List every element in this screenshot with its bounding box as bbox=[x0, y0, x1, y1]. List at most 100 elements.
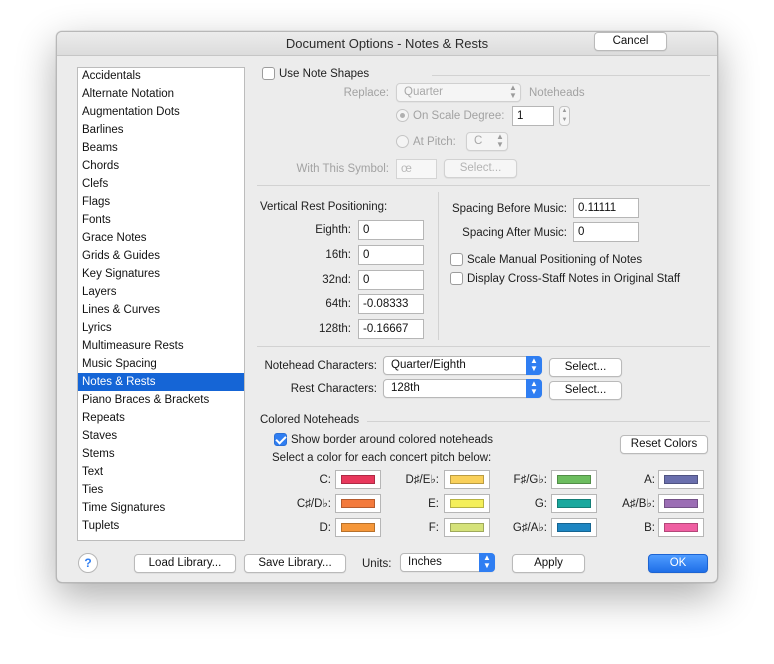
notehead-select-button[interactable]: Select... bbox=[549, 358, 622, 377]
pitch-label: B: bbox=[644, 522, 655, 534]
sidebar-item[interactable]: Layers bbox=[78, 283, 244, 301]
rest-select-button[interactable]: Select... bbox=[549, 381, 622, 400]
sidebar-item[interactable]: Text bbox=[78, 463, 244, 481]
section-divider bbox=[257, 346, 710, 347]
sidebar-item[interactable]: Ties bbox=[78, 481, 244, 499]
cross-staff-label: Display Cross-Staff Notes in Original St… bbox=[467, 273, 681, 285]
pitch-label: A♯/B♭: bbox=[622, 498, 655, 510]
sidebar-item[interactable]: Notes & Rests bbox=[78, 373, 244, 391]
rest-position-field[interactable]: 0 bbox=[358, 245, 424, 265]
notehead-characters-label: Notehead Characters: bbox=[264, 360, 377, 372]
reset-colors-button[interactable]: Reset Colors bbox=[620, 435, 708, 454]
at-pitch-popup[interactable]: C ▲ ▼ bbox=[466, 132, 508, 151]
symbol-select-button[interactable]: Select... bbox=[444, 159, 517, 178]
spacing-before-label: Spacing Before Music: bbox=[451, 203, 567, 215]
sidebar-item[interactable]: Clefs bbox=[78, 175, 244, 193]
help-button[interactable]: ? bbox=[78, 553, 98, 573]
apply-button[interactable]: Apply bbox=[512, 554, 585, 573]
rest-position-field[interactable]: -0.16667 bbox=[358, 319, 424, 339]
sidebar-item[interactable]: Flags bbox=[78, 193, 244, 211]
rest-position-label: Eighth: bbox=[315, 224, 351, 236]
units-value: Inches bbox=[408, 556, 442, 568]
category-list[interactable]: Accidentals Alternate Notation Augmentatio… bbox=[77, 67, 245, 541]
symbol-field[interactable]: œ bbox=[396, 159, 437, 179]
units-label: Units: bbox=[362, 558, 392, 570]
vertical-divider bbox=[438, 192, 439, 340]
sidebar-item[interactable]: Accidentals bbox=[78, 68, 244, 85]
cross-staff-checkbox[interactable] bbox=[450, 272, 463, 285]
pitch-label: F♯/G♭: bbox=[513, 474, 547, 486]
spacing-after-field[interactable]: 0 bbox=[573, 222, 639, 242]
colored-noteheads-title: Colored Noteheads bbox=[260, 414, 360, 426]
chevron-updown-icon: ▲ ▼ bbox=[509, 83, 517, 100]
chevron-updown-icon: ▲ ▼ bbox=[496, 132, 504, 149]
rest-position-label: 32nd: bbox=[322, 274, 351, 286]
show-border-checkbox[interactable] bbox=[274, 433, 287, 446]
pitch-label: D♯/E♭: bbox=[405, 474, 439, 486]
sidebar-item[interactable]: Lyrics bbox=[78, 319, 244, 337]
sidebar-item[interactable]: Staves bbox=[78, 427, 244, 445]
pitch-label: G♯/A♭: bbox=[512, 522, 547, 534]
sidebar-item[interactable]: Barlines bbox=[78, 121, 244, 139]
pitch-color-swatch[interactable] bbox=[658, 494, 704, 513]
load-library-button[interactable]: Load Library... bbox=[134, 554, 236, 573]
chevron-updown-icon: ▲ ▼ bbox=[479, 553, 495, 572]
sidebar-item[interactable]: Music Spacing bbox=[78, 355, 244, 373]
sidebar-item[interactable]: Repeats bbox=[78, 409, 244, 427]
pitch-label: C: bbox=[319, 474, 332, 486]
rest-position-field[interactable]: 0 bbox=[358, 220, 424, 240]
sidebar-item[interactable]: Stems bbox=[78, 445, 244, 463]
pitch-label: G: bbox=[534, 498, 547, 510]
replace-popup[interactable]: Quarter ▲ ▼ bbox=[396, 83, 521, 102]
pitch-label: A: bbox=[644, 474, 655, 486]
sidebar-item[interactable]: Alternate Notation bbox=[78, 85, 244, 103]
colored-noteheads-divider bbox=[367, 421, 710, 422]
sidebar-item[interactable]: Chords bbox=[78, 157, 244, 175]
sidebar-item[interactable]: Piano Braces & Brackets bbox=[78, 391, 244, 409]
replace-label: Replace: bbox=[343, 87, 389, 99]
scale-degree-field[interactable]: 1 bbox=[512, 106, 554, 126]
color-instruction: Select a color for each concert pitch be… bbox=[272, 452, 492, 464]
chevron-updown-icon: ▲ ▼ bbox=[526, 379, 542, 398]
at-pitch-label: At Pitch: bbox=[413, 136, 456, 148]
notehead-characters-popup[interactable]: Quarter/Eighth ▲ ▼ bbox=[383, 356, 542, 375]
sidebar-item[interactable]: Lines & Curves bbox=[78, 301, 244, 319]
sidebar-item[interactable]: Beams bbox=[78, 139, 244, 157]
scale-manual-checkbox[interactable] bbox=[450, 253, 463, 266]
chevron-updown-icon: ▲ ▼ bbox=[526, 356, 542, 375]
on-scale-degree-label: On Scale Degree: bbox=[413, 110, 505, 122]
save-library-button[interactable]: Save Library... bbox=[244, 554, 346, 573]
pitch-color-swatch[interactable] bbox=[658, 470, 704, 489]
spacing-before-field[interactable]: 0.11111 bbox=[573, 198, 639, 218]
sidebar-item[interactable]: Fonts bbox=[78, 211, 244, 229]
use-note-shapes-checkbox[interactable] bbox=[262, 67, 275, 80]
sidebar-item[interactable]: Augmentation Dots bbox=[78, 103, 244, 121]
sidebar-item[interactable]: Tuplets bbox=[78, 517, 244, 535]
use-note-shapes-label: Use Note Shapes bbox=[279, 68, 370, 80]
rest-characters-popup[interactable]: 128th ▲ ▼ bbox=[383, 379, 542, 398]
rest-characters-label: Rest Characters: bbox=[290, 383, 377, 395]
rest-position-label: 64th: bbox=[325, 298, 351, 310]
units-popup[interactable]: Inches ▲ ▼ bbox=[400, 553, 495, 572]
sidebar-item[interactable]: Multimeasure Rests bbox=[78, 337, 244, 355]
sidebar-item[interactable]: Grace Notes bbox=[78, 229, 244, 247]
swatch-fill bbox=[664, 523, 698, 532]
cancel-button[interactable]: Cancel bbox=[594, 32, 667, 51]
sidebar-item[interactable]: Time Signatures bbox=[78, 499, 244, 517]
rest-position-label: 16th: bbox=[325, 249, 351, 261]
rest-position-field[interactable]: -0.08333 bbox=[358, 294, 424, 314]
replace-popup-value: Quarter bbox=[404, 86, 443, 98]
pitch-label: D: bbox=[319, 522, 332, 534]
show-border-label: Show border around colored noteheads bbox=[291, 434, 494, 446]
on-scale-degree-radio[interactable] bbox=[396, 109, 409, 122]
sidebar-item[interactable]: Key Signatures bbox=[78, 265, 244, 283]
scale-degree-stepper[interactable]: ▲ ▼ bbox=[559, 106, 570, 126]
with-this-symbol-label: With This Symbol: bbox=[296, 163, 389, 175]
document-options-window: Document Options - Notes & Rests Acciden… bbox=[56, 31, 718, 583]
pitch-label: C♯/D♭: bbox=[296, 498, 331, 510]
ok-button[interactable]: OK bbox=[648, 554, 708, 573]
pitch-color-swatch[interactable] bbox=[658, 518, 704, 537]
at-pitch-radio[interactable] bbox=[396, 135, 409, 148]
sidebar-item[interactable]: Grids & Guides bbox=[78, 247, 244, 265]
rest-position-field[interactable]: 0 bbox=[358, 270, 424, 290]
